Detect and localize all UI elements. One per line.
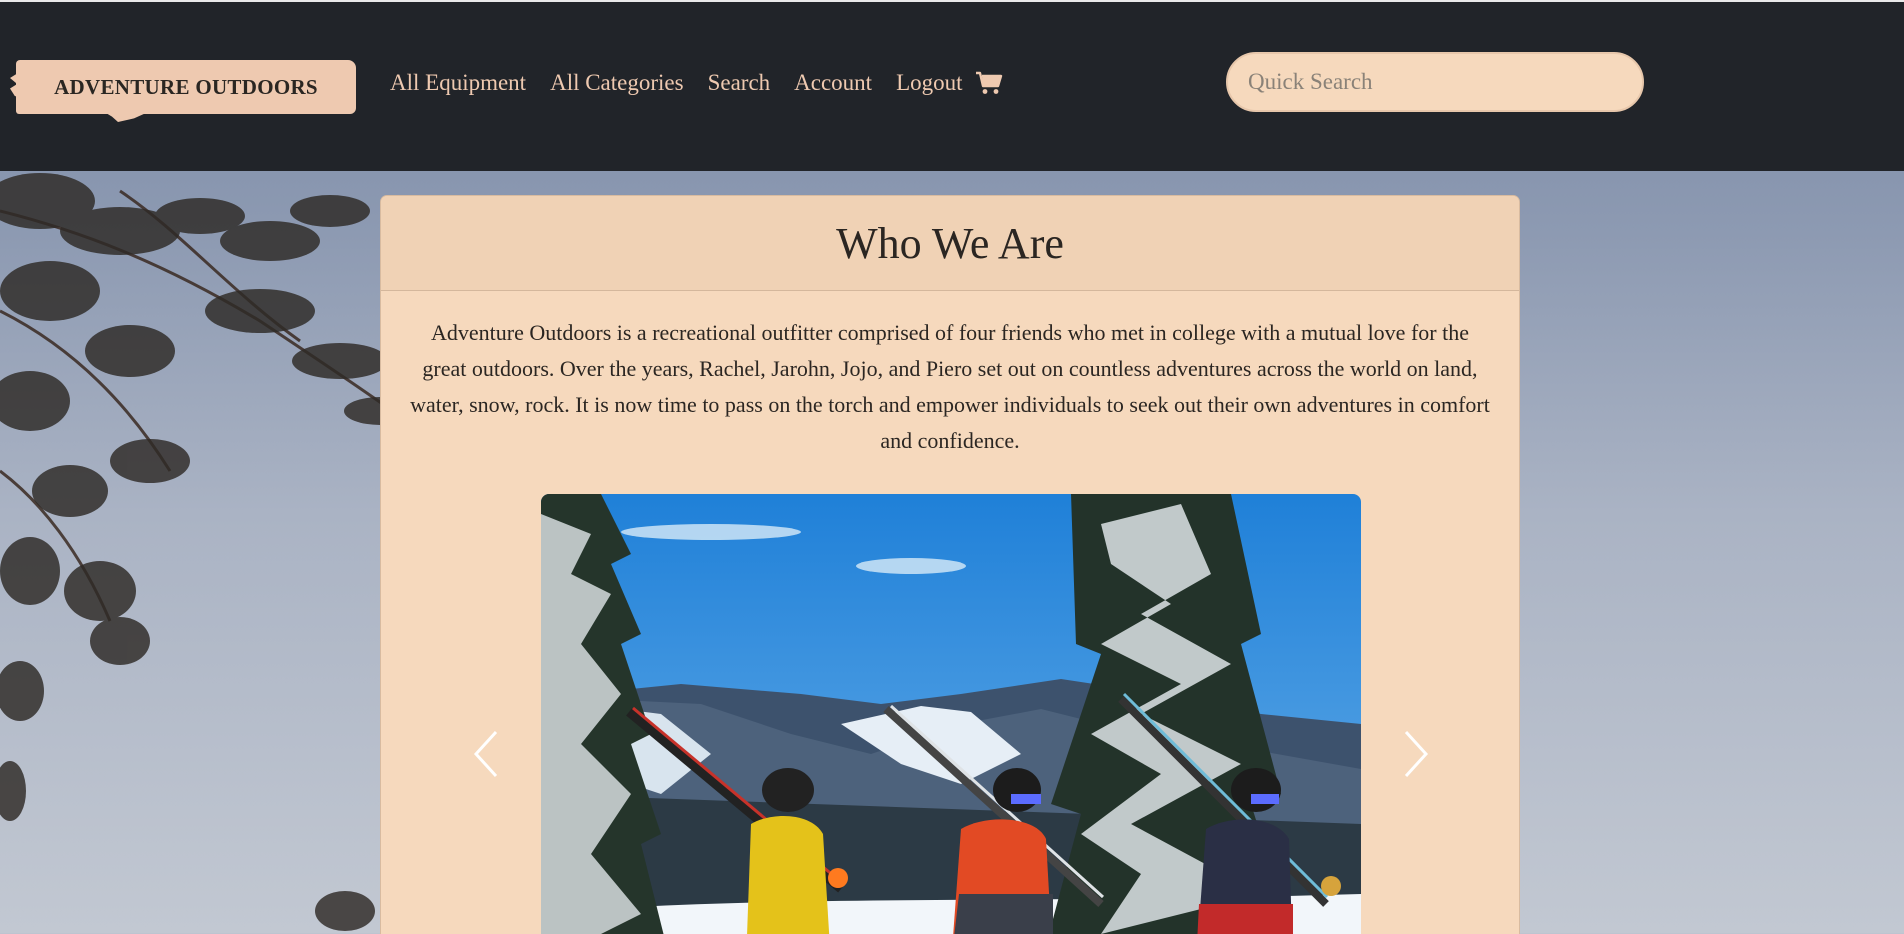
page-title: Who We Are: [836, 218, 1064, 268]
nav-link-search[interactable]: Search: [708, 70, 771, 96]
nav-link-logout[interactable]: Logout: [896, 70, 962, 96]
skiers-carrying-skis-photo: [541, 494, 1361, 934]
shopping-cart-icon[interactable]: [975, 70, 1003, 96]
chevron-right-icon[interactable]: [1396, 724, 1436, 784]
nav-link-all-categories[interactable]: All Categories: [550, 70, 684, 96]
brand-name: ADVENTURE OUTDOORS: [54, 74, 318, 99]
about-description: Adventure Outdoors is a recreational out…: [410, 320, 1490, 453]
quick-search-input[interactable]: [1226, 52, 1644, 112]
brush-stroke-decoration: [10, 72, 34, 102]
who-we-are-card: Who We Are Adventure Outdoors is a recre…: [380, 195, 1520, 934]
nav-link-all-equipment[interactable]: All Equipment: [390, 70, 526, 96]
navbar: ADVENTURE OUTDOORS All Equipment All Cat…: [0, 2, 1904, 171]
chevron-left-icon[interactable]: [466, 724, 506, 784]
image-carousel: [473, 494, 1429, 934]
nav-links: All Equipment All Categories Search Acco…: [390, 70, 1003, 96]
card-header: Who We Are: [381, 196, 1519, 291]
brush-tail-decoration: [106, 113, 146, 122]
nav-link-account[interactable]: Account: [794, 70, 872, 96]
brand-logo-button[interactable]: ADVENTURE OUTDOORS: [10, 60, 356, 122]
